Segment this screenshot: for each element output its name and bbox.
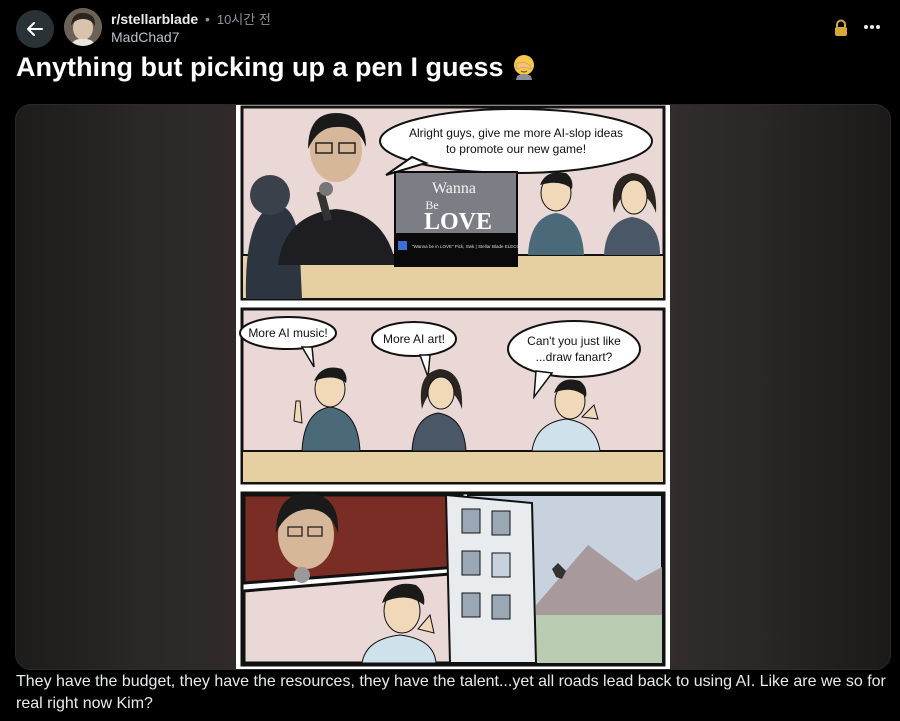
panel2-bubble-2: More AI art! [383,332,445,346]
author-username[interactable]: MadChad7 [111,29,180,45]
more-options-button[interactable] [858,14,886,40]
panel1-bubble-line1: Alright guys, give me more AI-slop ideas [409,126,623,140]
blurred-backdrop-right [670,105,890,669]
comic-panel-3 [240,491,666,667]
panel2-bubble-1: More AI music! [248,326,327,340]
facepalm-emoji [510,52,538,87]
back-button[interactable] [16,10,54,48]
subreddit-avatar[interactable] [64,8,102,46]
more-horizontal-icon [864,25,880,29]
separator-dot: • [205,11,210,27]
post-image-container[interactable]: Alright guys, give me more AI-slop ideas… [15,104,891,670]
panel1-bubble-line2: to promote our new game! [446,142,586,156]
post-title[interactable]: Anything but picking up a pen I guess [16,52,538,87]
panel2-bubble-3-line2: ...draw fanart? [536,350,613,364]
thumbnail-title-3: LOVE [424,209,492,235]
blurred-backdrop-left [16,105,236,669]
arrow-left-icon [27,22,43,36]
boardroom-meme-image: Alright guys, give me more AI-slop ideas… [236,105,670,669]
thumbnail-title-1: Wanna [432,180,476,197]
panel2-bubble-3-line1: Can't you just like [527,334,621,348]
subreddit-name[interactable]: r/stellarblade [111,11,198,27]
thumbnail-caption: "Wanna be in LOVE" Pick, Swk | Stellar B… [412,244,532,249]
post-body-text: They have the budget, they have the reso… [16,673,886,712]
comic-panel-2: More AI music! More AI art! Can't you ju… [239,307,666,485]
post-header: r/stellarblade • 10시간 전 MadChad7 [0,0,900,50]
lock-icon [833,19,849,37]
post-title-text: Anything but picking up a pen I guess [16,52,504,82]
post-time: 10시간 전 [216,12,271,27]
comic-panel-1: Alright guys, give me more AI-slop ideas… [240,105,666,301]
